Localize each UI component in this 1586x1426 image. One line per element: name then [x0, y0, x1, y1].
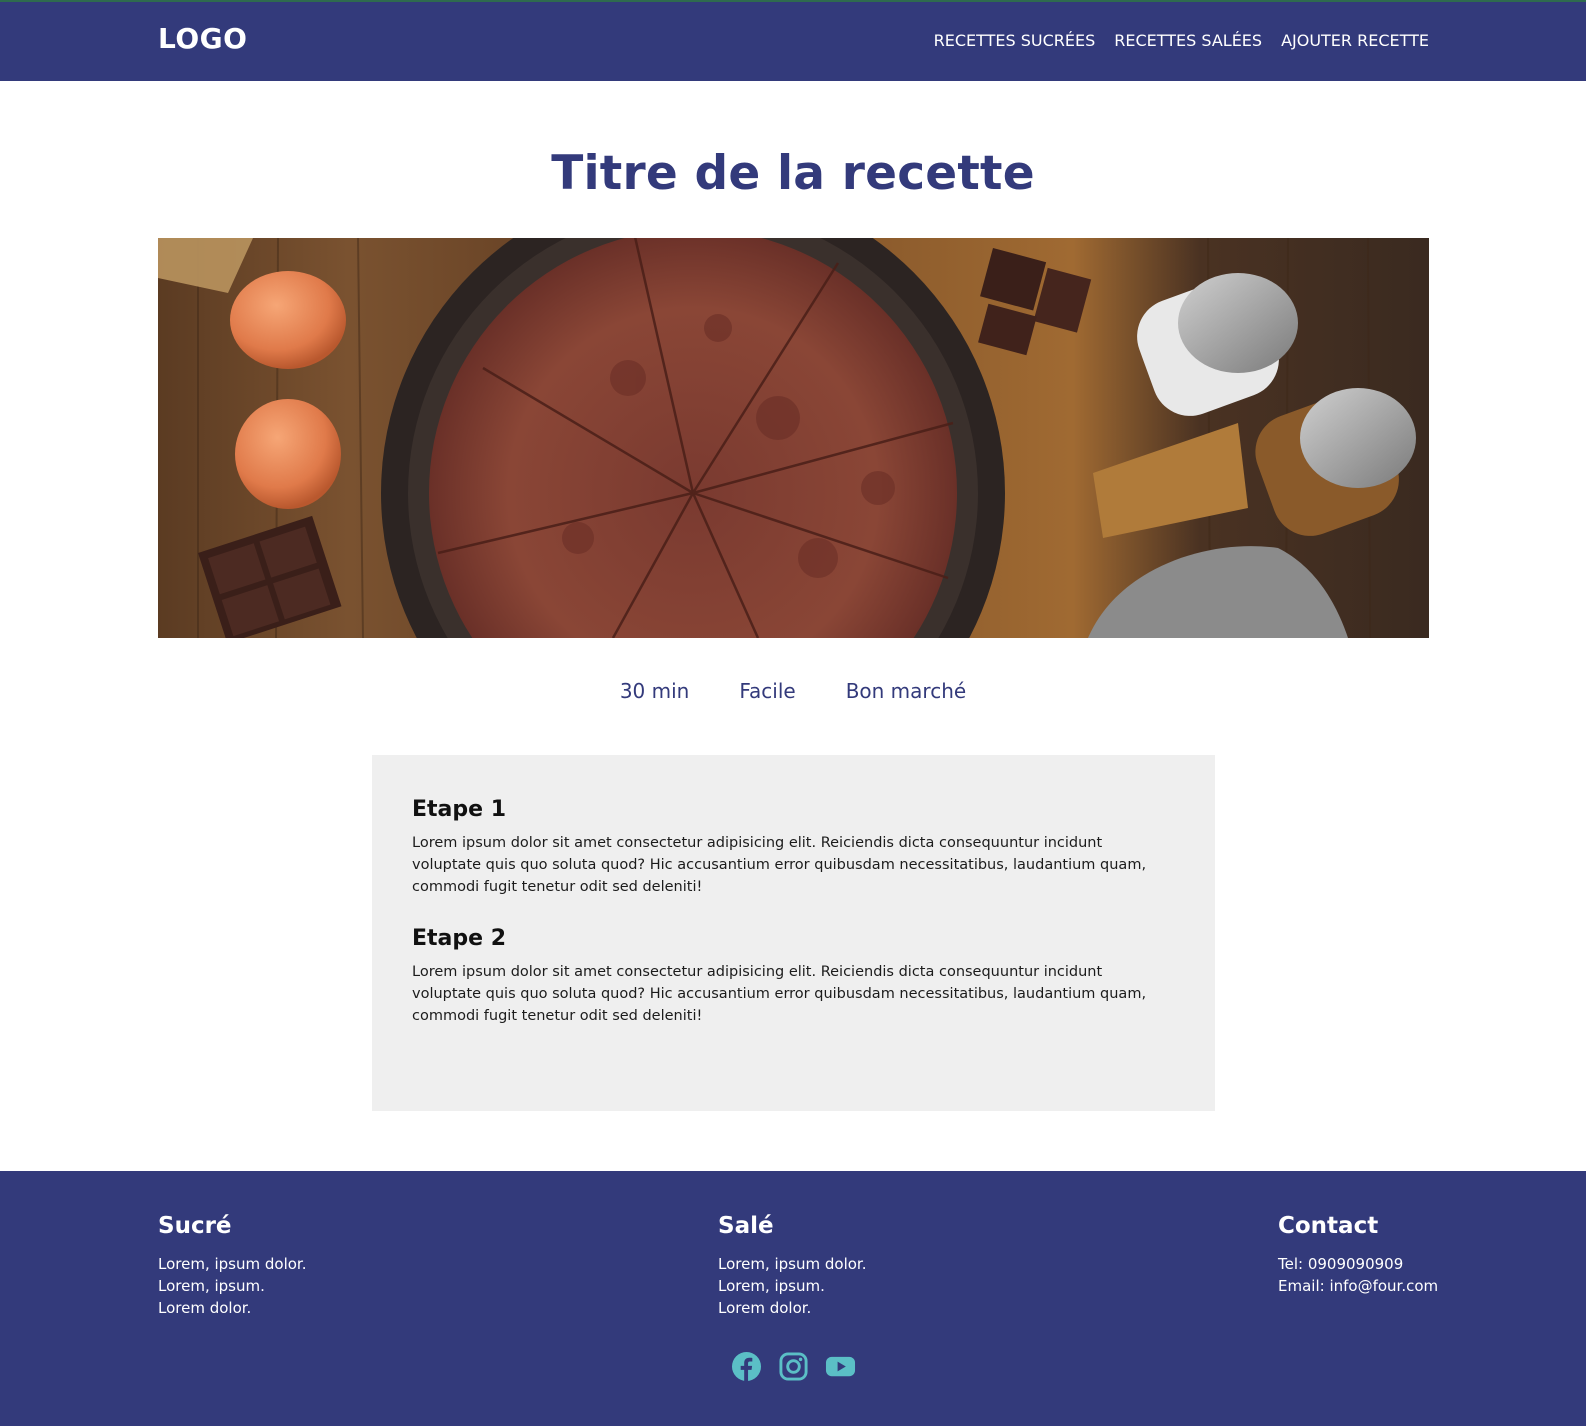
main-nav: RECETTES SUCRÉES RECETTES SALÉES AJOUTER… [934, 31, 1429, 50]
footer-line: Lorem, ipsum dolor. [158, 1255, 307, 1273]
chocolate-cake-photo [158, 238, 1429, 638]
step-title: Etape 2 [412, 926, 507, 951]
footer-line: Lorem dolor. [718, 1299, 812, 1317]
footer-column-sale: Salé Lorem, ipsum dolor. Lorem, ipsum. L… [718, 1213, 866, 1319]
instagram-icon[interactable] [778, 1351, 809, 1382]
footer-column-title: Sucré [158, 1213, 232, 1239]
footer-line: Lorem dolor. [158, 1299, 252, 1317]
step-title: Etape 1 [412, 797, 507, 822]
nav-link-ajouter-recette[interactable]: AJOUTER RECETTE [1281, 31, 1429, 50]
recipe-step: Etape 2 Lorem ipsum dolor sit amet conse… [412, 926, 1175, 1027]
site-footer: Sucré Lorem, ipsum dolor. Lorem, ipsum. … [0, 1171, 1586, 1426]
recipe-hero-image [158, 238, 1429, 638]
footer-column-contact: Contact Tel: 0909090909 Email: info@four… [1278, 1213, 1438, 1297]
footer-line: Lorem, ipsum. [718, 1277, 825, 1295]
footer-column-sucre: Sucré Lorem, ipsum dolor. Lorem, ipsum. … [158, 1213, 306, 1319]
footer-phone: Tel: 0909090909 [1278, 1255, 1404, 1273]
nav-link-recettes-sucrees[interactable]: RECETTES SUCRÉES [934, 31, 1096, 50]
nav-link-recettes-salees[interactable]: RECETTES SALÉES [1114, 31, 1262, 50]
step-text: Lorem ipsum dolor sit amet consectetur a… [412, 835, 1147, 895]
recipe-meta: 30 min Facile Bon marché [0, 679, 1586, 703]
recipe-step: Etape 1 Lorem ipsum dolor sit amet conse… [412, 797, 1175, 898]
recipe-duration: 30 min [619, 679, 690, 703]
recipe-cost: Bon marché [845, 679, 967, 703]
footer-line: Lorem, ipsum. [158, 1277, 265, 1295]
facebook-icon[interactable] [731, 1351, 762, 1382]
footer-email: Email: info@four.com [1278, 1277, 1439, 1295]
recipe-title: Titre de la recette [551, 146, 1035, 201]
footer-column-title: Contact [1278, 1213, 1379, 1239]
top-accent-line [0, 0, 1586, 2]
footer-column-title: Salé [718, 1213, 774, 1239]
recipe-difficulty: Facile [739, 679, 796, 703]
youtube-icon[interactable] [825, 1351, 856, 1382]
logo[interactable]: LOGO [158, 22, 247, 55]
step-text: Lorem ipsum dolor sit amet consectetur a… [412, 964, 1147, 1024]
footer-line: Lorem, ipsum dolor. [718, 1255, 867, 1273]
navbar: LOGO RECETTES SUCRÉES RECETTES SALÉES AJ… [0, 0, 1586, 81]
social-links [0, 1351, 1586, 1382]
recipe-steps: Etape 1 Lorem ipsum dolor sit amet conse… [372, 755, 1215, 1111]
